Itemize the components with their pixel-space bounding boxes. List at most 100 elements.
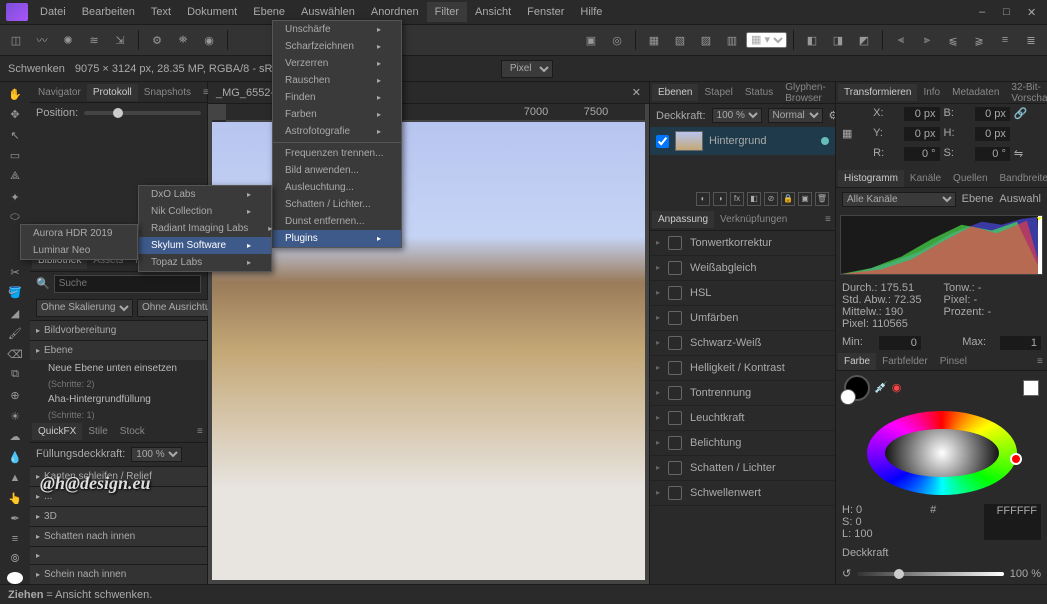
text-tool-icon[interactable]: ≡ — [4, 531, 26, 548]
invert-icon[interactable]: ▨ — [694, 28, 718, 52]
scale-select[interactable]: Ohne Skalierung — [36, 299, 133, 317]
blend-icon[interactable]: ◧ — [747, 192, 761, 206]
persona-develop-icon[interactable]: ✺ — [56, 28, 80, 52]
tab-verknuepfungen[interactable]: Verknüpfungen — [714, 211, 793, 228]
tab-ebenen[interactable]: Ebenen — [652, 84, 698, 101]
tab-kanaele[interactable]: Kanäle — [904, 170, 947, 187]
layer-visible-checkbox[interactable] — [656, 135, 669, 148]
macro-item[interactable]: Aha-Hintergrundfüllung — [30, 391, 207, 408]
persona-tone-icon[interactable]: ≋ — [82, 28, 106, 52]
clone-tool-icon[interactable]: ⧉ — [4, 367, 26, 384]
lock-aspect-icon[interactable]: 🔗 — [1014, 107, 1041, 121]
menu-item[interactable]: Dunst entfernen... — [273, 213, 401, 230]
color-swatch-icon[interactable] — [7, 572, 23, 584]
adjust-icon[interactable]: ◑ — [713, 192, 727, 206]
search-input[interactable] — [54, 275, 201, 293]
position-slider[interactable] — [84, 111, 201, 115]
deselect-icon[interactable]: ▧ — [668, 28, 692, 52]
menu-item[interactable]: Schatten / Lichter... — [273, 196, 401, 213]
persona-export-icon[interactable]: ⇲ — [108, 28, 132, 52]
fx-item[interactable]: Schatten nach innen — [30, 526, 207, 546]
menu-item[interactable]: Ausleuchtung... — [273, 179, 401, 196]
tab-quellen[interactable]: Quellen — [947, 170, 993, 187]
lasso-tool-icon[interactable]: ⟁ — [4, 168, 26, 185]
secondary-swatch[interactable] — [1023, 380, 1039, 396]
foreground-swatch[interactable] — [844, 375, 870, 401]
adjustment-row[interactable]: Leuchtkraft — [650, 406, 835, 431]
menu-item[interactable]: Unschärfe — [273, 21, 401, 38]
max-value[interactable]: 1 — [1000, 336, 1041, 350]
tab-farbfelder[interactable]: Farbfelder — [876, 353, 934, 370]
units-select[interactable]: Pixel — [501, 60, 553, 78]
marquee-tool-icon[interactable]: ▭ — [4, 148, 26, 165]
hand-tool-icon[interactable]: ✋ — [4, 86, 26, 103]
assist-icon[interactable]: ◉ — [197, 28, 221, 52]
brush-tool-icon[interactable]: 🖌 — [4, 326, 26, 343]
adjustment-row[interactable]: Belichtung — [650, 431, 835, 456]
menu-anordnen[interactable]: Anordnen — [363, 2, 427, 22]
eraser-tool-icon[interactable]: ⌫ — [4, 346, 26, 363]
flood-tool-icon[interactable]: 🪣 — [4, 284, 26, 301]
reset-icon[interactable]: ↺ — [842, 567, 851, 580]
heal-tool-icon[interactable]: ⊕ — [4, 387, 26, 404]
arrange-front-icon[interactable]: ◩ — [852, 28, 876, 52]
adjustment-row[interactable]: Weißabgleich — [650, 256, 835, 281]
target-icon[interactable]: ◎ — [605, 28, 629, 52]
menu-text[interactable]: Text — [143, 2, 179, 22]
tab-metadaten[interactable]: Metadaten — [946, 84, 1005, 101]
tab-glyphen[interactable]: Glyphen-Browser — [779, 79, 832, 107]
align-bottom-icon[interactable]: ≣ — [1019, 28, 1043, 52]
mask-icon[interactable]: ◐ — [696, 192, 710, 206]
arrange-back-icon[interactable]: ◧ — [800, 28, 824, 52]
menu-item[interactable]: Radiant Imaging Labs — [139, 220, 271, 237]
tab-32bit[interactable]: 32-Bit-Vorschau — [1005, 79, 1047, 107]
adjustment-row[interactable]: Schwellenwert — [650, 481, 835, 506]
menu-item[interactable]: Luminar Neo — [21, 242, 137, 259]
panel-menu-icon[interactable]: ≡ — [819, 211, 833, 228]
anchor-icon[interactable]: ▦ — [842, 127, 869, 141]
menu-dokument[interactable]: Dokument — [179, 2, 245, 22]
min-value[interactable]: 0 — [879, 336, 920, 350]
section-ebene[interactable]: Ebene — [30, 340, 207, 360]
menu-datei[interactable]: Datei — [32, 2, 74, 22]
select-all-icon[interactable]: ▦ — [642, 28, 666, 52]
blur-tool-icon[interactable]: 💧 — [4, 449, 26, 466]
menu-auswaehlen[interactable]: Auswählen — [293, 2, 363, 22]
adjustment-row[interactable]: Tonwertkorrektur — [650, 231, 835, 256]
link-icon[interactable]: ⊘ — [764, 192, 778, 206]
menu-item[interactable]: Skylum Software — [139, 237, 271, 254]
color-wheel[interactable] — [867, 411, 1017, 495]
flip-icon[interactable]: ⇋ — [1014, 147, 1041, 161]
dodge-tool-icon[interactable]: ☀ — [4, 408, 26, 425]
picker-tool-icon[interactable]: ⦾ — [4, 552, 26, 569]
menu-fenster[interactable]: Fenster — [519, 2, 572, 22]
tab-pinsel[interactable]: Pinsel — [934, 353, 973, 370]
burn-tool-icon[interactable]: ☁ — [4, 428, 26, 445]
settings-icon[interactable]: ⛯ — [171, 28, 195, 52]
opacity-select[interactable]: 100 % — [712, 108, 762, 123]
align-left-icon[interactable]: ⫷ — [889, 28, 913, 52]
menu-item[interactable]: Nik Collection — [139, 203, 271, 220]
align-right-icon[interactable]: ⫹ — [941, 28, 965, 52]
target-icon[interactable]: ◉ — [892, 381, 902, 394]
layer-row[interactable]: Hintergrund — [650, 127, 835, 155]
tab-snapshots[interactable]: Snapshots — [138, 84, 197, 101]
menu-item[interactable]: Topaz Labs — [139, 254, 271, 271]
section-bildvorbereitung[interactable]: Bildvorbereitung — [30, 320, 207, 340]
crop-tool-icon[interactable]: ✂ — [4, 264, 26, 281]
menu-ansicht[interactable]: Ansicht — [467, 2, 519, 22]
persona-liquify-icon[interactable]: 〰 — [30, 28, 54, 52]
menu-item[interactable]: Aurora HDR 2019 — [21, 225, 137, 242]
adjustment-row[interactable]: Tontrennung — [650, 381, 835, 406]
tab-stile[interactable]: Stile — [82, 423, 113, 440]
menu-item[interactable]: Rauschen — [273, 72, 401, 89]
smudge-tool-icon[interactable]: 👆 — [4, 490, 26, 507]
color-handle[interactable] — [1010, 453, 1022, 465]
menu-item[interactable]: Plugins — [273, 230, 401, 247]
menu-item[interactable]: Farben — [273, 106, 401, 123]
adjustment-row[interactable]: Helligkeit / Kontrast — [650, 356, 835, 381]
hex-value[interactable]: FFFFFF — [984, 504, 1041, 540]
maximize-icon[interactable]: □ — [995, 2, 1011, 23]
menu-ebene[interactable]: Ebene — [245, 2, 293, 22]
align-center-icon[interactable]: ⫸ — [915, 28, 939, 52]
